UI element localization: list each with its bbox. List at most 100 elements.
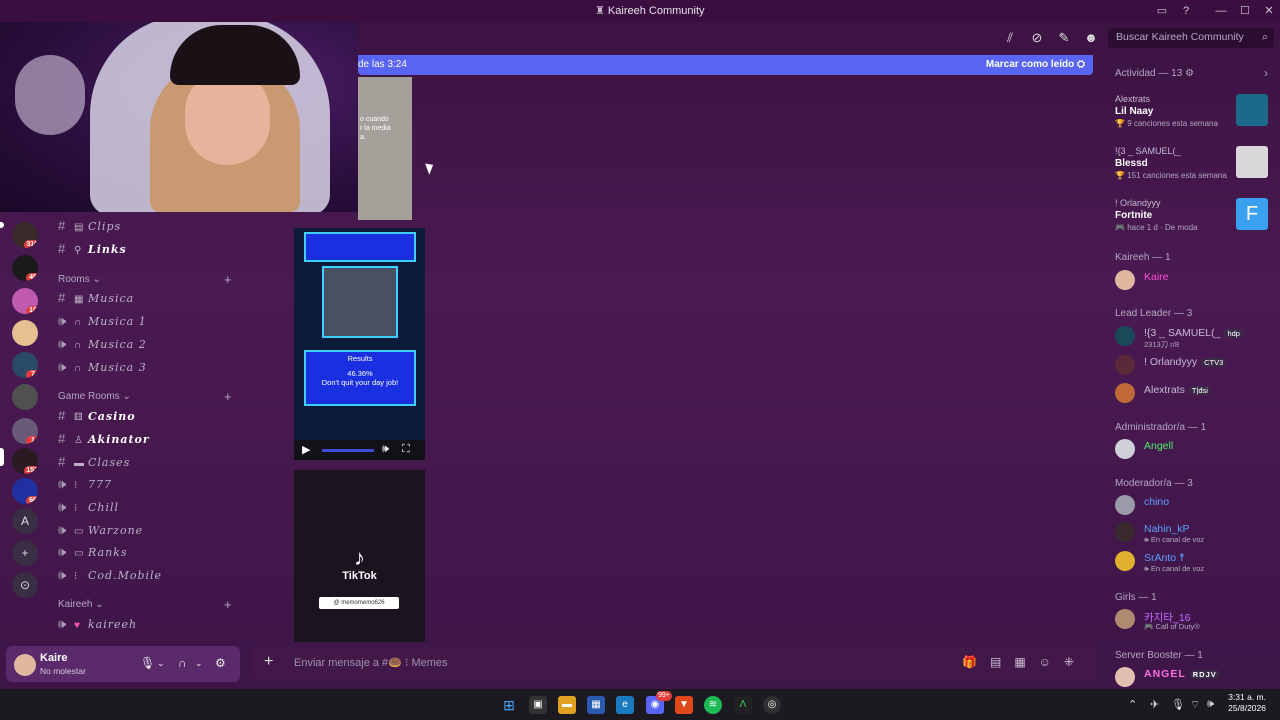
inbox-icon[interactable]: ▭ [1153,2,1171,20]
selected-pill [0,448,4,466]
tray-app-icon[interactable]: ✈ [1150,698,1159,711]
message-composer[interactable]: + Enviar mensaje a #🍩 ⁝ Memes 🎁▤▦☺⁜ [252,647,1097,679]
server-icon[interactable]: 316 [12,222,38,248]
spotify-icon[interactable]: ≋ [704,696,722,714]
microphone-icon[interactable]: 🎙 [140,656,155,670]
members-icon[interactable]: ☻ [1083,30,1099,46]
task-view-icon[interactable]: ▣ [529,696,547,714]
mute-icon[interactable]: ⊘ [1029,30,1045,46]
voice-channel-777[interactable]: 🕪 ⁝ 777 [58,476,238,494]
tray-chevron-icon[interactable]: ⌃ [1128,698,1137,711]
brave-icon[interactable]: ▼ [675,696,693,714]
obs-icon[interactable]: ◎ [763,696,781,714]
gamepad-icon: ▭ [74,548,84,559]
channel-akinator[interactable]: # ♙ Akinator [58,431,238,449]
category-kaireeh[interactable]: Kaireeh ⌄ + [58,597,232,612]
server-icon[interactable]: 152 [12,448,38,474]
threads-icon[interactable]: ⫽ [1002,30,1018,46]
member-name: Angell [1144,440,1174,452]
user-name: Kaire [40,652,68,664]
server-icon-letter[interactable]: A [12,508,38,534]
server-icon[interactable]: 66 [12,478,38,504]
activity-card[interactable]: Alextrats Lil Naay 🏆 9 canciones esta se… [1115,94,1275,144]
category-game-rooms[interactable]: Game Rooms ⌄ + [58,389,232,404]
video-attachment[interactable]: Results 46.36% Don't quit your day job! … [294,228,425,460]
voice-channel-musica-2[interactable]: 🕪 ∩ Musica 2 [58,336,238,354]
channel-clases[interactable]: # ▬ Clases [58,454,238,472]
headphones-icon: ∩ [74,340,82,351]
start-icon[interactable]: ⊞ [500,696,518,714]
member-row[interactable]: ANGEL RDJV [1115,666,1277,688]
server-icon[interactable]: 1 [12,418,38,444]
voice-channel-musica-1[interactable]: 🕪 ∩ Musica 1 [58,313,238,331]
server-icon[interactable] [12,384,38,410]
volume-tray-icon[interactable]: 🕪 [1207,698,1214,711]
member-row[interactable]: 카지타_16 🎮 Call of Duty® [1115,608,1277,631]
member-row[interactable]: !{3 _ SAMUEL(_ hdp 2313刀 r/8 [1115,325,1277,349]
file-explorer-icon[interactable]: ▬ [558,696,576,714]
close-icon[interactable]: ✕ [1260,2,1278,20]
voice-channel-warzone[interactable]: 🕪 ▭ Warzone [58,522,238,540]
member-row[interactable]: SrAnto ☨ 🕪 En canal de voz [1115,550,1277,573]
wifi-icon[interactable]: ⌔ [1190,698,1200,712]
member-row[interactable]: Alextrats T|đsi [1115,382,1277,404]
pin-icon[interactable]: ✎ [1056,30,1072,46]
channel-list: # ▤ Clips # ⚲ Links Rooms ⌄ + # ▦ Musica 🕪 ∩ Musi… [48,212,246,642]
channel-casino[interactable]: # ⚅ Casino [58,408,238,426]
tiktok-attachment[interactable]: ♪ TikTok @ memomemo626 [294,470,425,642]
server-icon[interactable]: 49 [12,255,38,281]
server-list: 316 49 10 7 1 152 66 A + ⊙ [0,212,48,642]
attach-plus-icon[interactable]: + [264,653,273,671]
server-icon[interactable]: 10 [12,288,38,314]
channel-links[interactable]: # ⚲ Links [58,241,238,259]
system-clock[interactable]: 3:31 a. m. 25/8/2026 [1228,692,1266,714]
add-server-icon[interactable]: + [12,540,38,566]
channel-clips[interactable]: # ▤ Clips [58,218,238,236]
server-icon[interactable]: 7 [12,352,38,378]
voice-channel-chill[interactable]: 🕪 ⁝ Chill [58,499,238,517]
add-channel-icon[interactable]: + [224,272,232,287]
video-progress-bar[interactable] [322,449,374,452]
help-icon[interactable]: ? [1177,2,1195,20]
voice-channel-cod-mobile[interactable]: 🕪 ⁝ Cod.Mobile [58,567,238,585]
avatar[interactable] [14,654,36,676]
category-rooms[interactable]: Rooms ⌄ + [58,272,232,287]
activity-card[interactable]: !{3 _ SAMUEL(_ Blessd 🏆 151 canciones es… [1115,146,1275,196]
chevron-down-icon[interactable]: ⌄ [195,658,203,669]
member-row[interactable]: ! Orlandyyy CTV3 [1115,354,1277,376]
avatar [1115,383,1135,403]
search-input[interactable]: Buscar Kaireeh Community ⌕ [1108,28,1274,48]
composer-tools[interactable]: 🎁▤▦☺⁜ [962,655,1087,669]
headphones-icon[interactable]: ∩ [178,656,187,670]
chevron-right-icon[interactable]: › [1264,66,1268,80]
maximize-icon[interactable]: ☐ [1236,2,1254,20]
member-row[interactable]: Kaire [1115,269,1277,291]
discover-icon[interactable]: ⊙ [12,572,38,598]
volume-icon[interactable]: 🕪 [382,443,389,456]
search-placeholder: Buscar Kaireeh Community [1116,31,1244,43]
add-channel-icon[interactable]: + [224,389,232,404]
member-row[interactable]: chino [1115,494,1277,516]
voice-channel-kaireeh[interactable]: 🕪 ♥ kaireeh [58,616,238,634]
chevron-down-icon[interactable]: ⌄ [157,658,165,669]
store-icon[interactable]: ▦ [587,696,605,714]
mark-read-button[interactable]: Marcar como leído ⛭ [986,59,1085,70]
nvidia-icon[interactable]: Λ [734,696,752,714]
fullscreen-icon[interactable]: ⛶ [402,443,410,456]
webcam-overlay [0,0,358,212]
settings-gear-icon[interactable]: ⚙ [215,656,226,670]
add-channel-icon[interactable]: + [224,597,232,612]
video-attachment[interactable]: o cuando r la media a. [358,77,412,220]
voice-channel-ranks[interactable]: 🕪 ▭ Ranks [58,544,238,562]
channel-musica[interactable]: # ▦ Musica [58,290,238,308]
member-row[interactable]: Angell [1115,438,1277,460]
edge-icon[interactable]: e [616,696,634,714]
minimize-icon[interactable]: — [1212,2,1230,20]
server-icon[interactable] [12,320,38,346]
member-row[interactable]: Nahin_kP 🕪 En canal de voz [1115,521,1277,544]
new-messages-banner[interactable]: de las 3:24 Marcar como leído ⛭ [358,55,1093,75]
activity-card[interactable]: ! Orlandyyy Fortnite 🎮 hace 1 d · De mod… [1115,198,1275,248]
play-icon[interactable]: ▶ [302,443,310,456]
microphone-tray-icon[interactable]: 🎙 [1171,698,1185,711]
voice-channel-musica-3[interactable]: 🕪 ∩ Musica 3 [58,359,238,377]
